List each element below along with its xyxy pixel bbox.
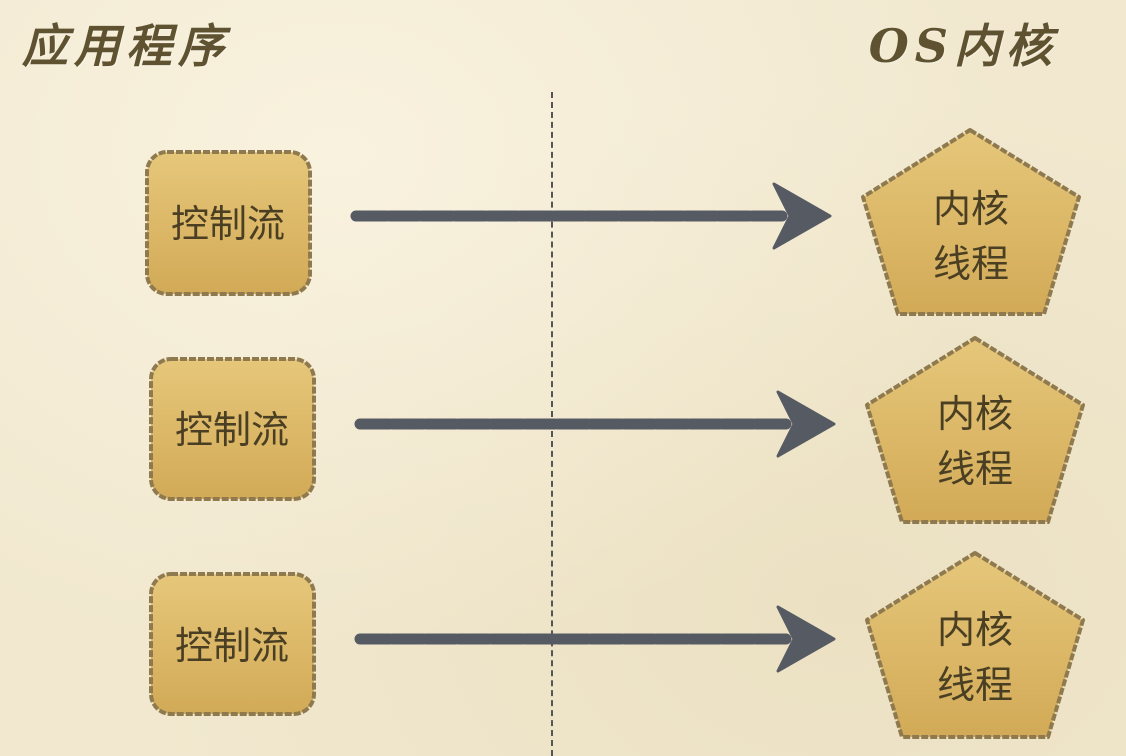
- control-flow-label: 控制流: [175, 408, 289, 452]
- mapping-row: 控制流 内核 线程: [145, 128, 1081, 316]
- kernel-thread-pentagon: 内核 线程: [865, 336, 1085, 524]
- kernel-thread-label-line1: 内核: [933, 187, 1009, 231]
- mapping-diagram: 控制流 内核 线程 控制流 内核 线程 控制流 内核 线程: [145, 128, 1085, 739]
- kernel-thread-pentagon: 内核 线程: [865, 551, 1085, 739]
- kernel-thread-pentagon: 内核 线程: [861, 128, 1081, 316]
- control-flow-label: 控制流: [171, 202, 285, 246]
- control-flow-box: 控制流: [145, 150, 312, 296]
- arrow: [354, 390, 836, 458]
- kernel-thread-label-line1: 内核: [937, 608, 1013, 652]
- mapping-row: 控制流 内核 线程: [149, 551, 1085, 739]
- arrow: [354, 605, 836, 673]
- kernel-thread-label-line2: 线程: [933, 242, 1009, 286]
- kernel-thread-label-line2: 线程: [937, 663, 1013, 707]
- mapping-row: 控制流 内核 线程: [149, 336, 1085, 524]
- control-flow-label: 控制流: [175, 624, 289, 668]
- control-flow-box: 控制流: [149, 357, 316, 501]
- arrow: [350, 182, 832, 250]
- kernel-thread-label-line2: 线程: [937, 447, 1013, 491]
- control-flow-box: 控制流: [149, 572, 316, 716]
- kernel-thread-label-line1: 内核: [937, 392, 1013, 436]
